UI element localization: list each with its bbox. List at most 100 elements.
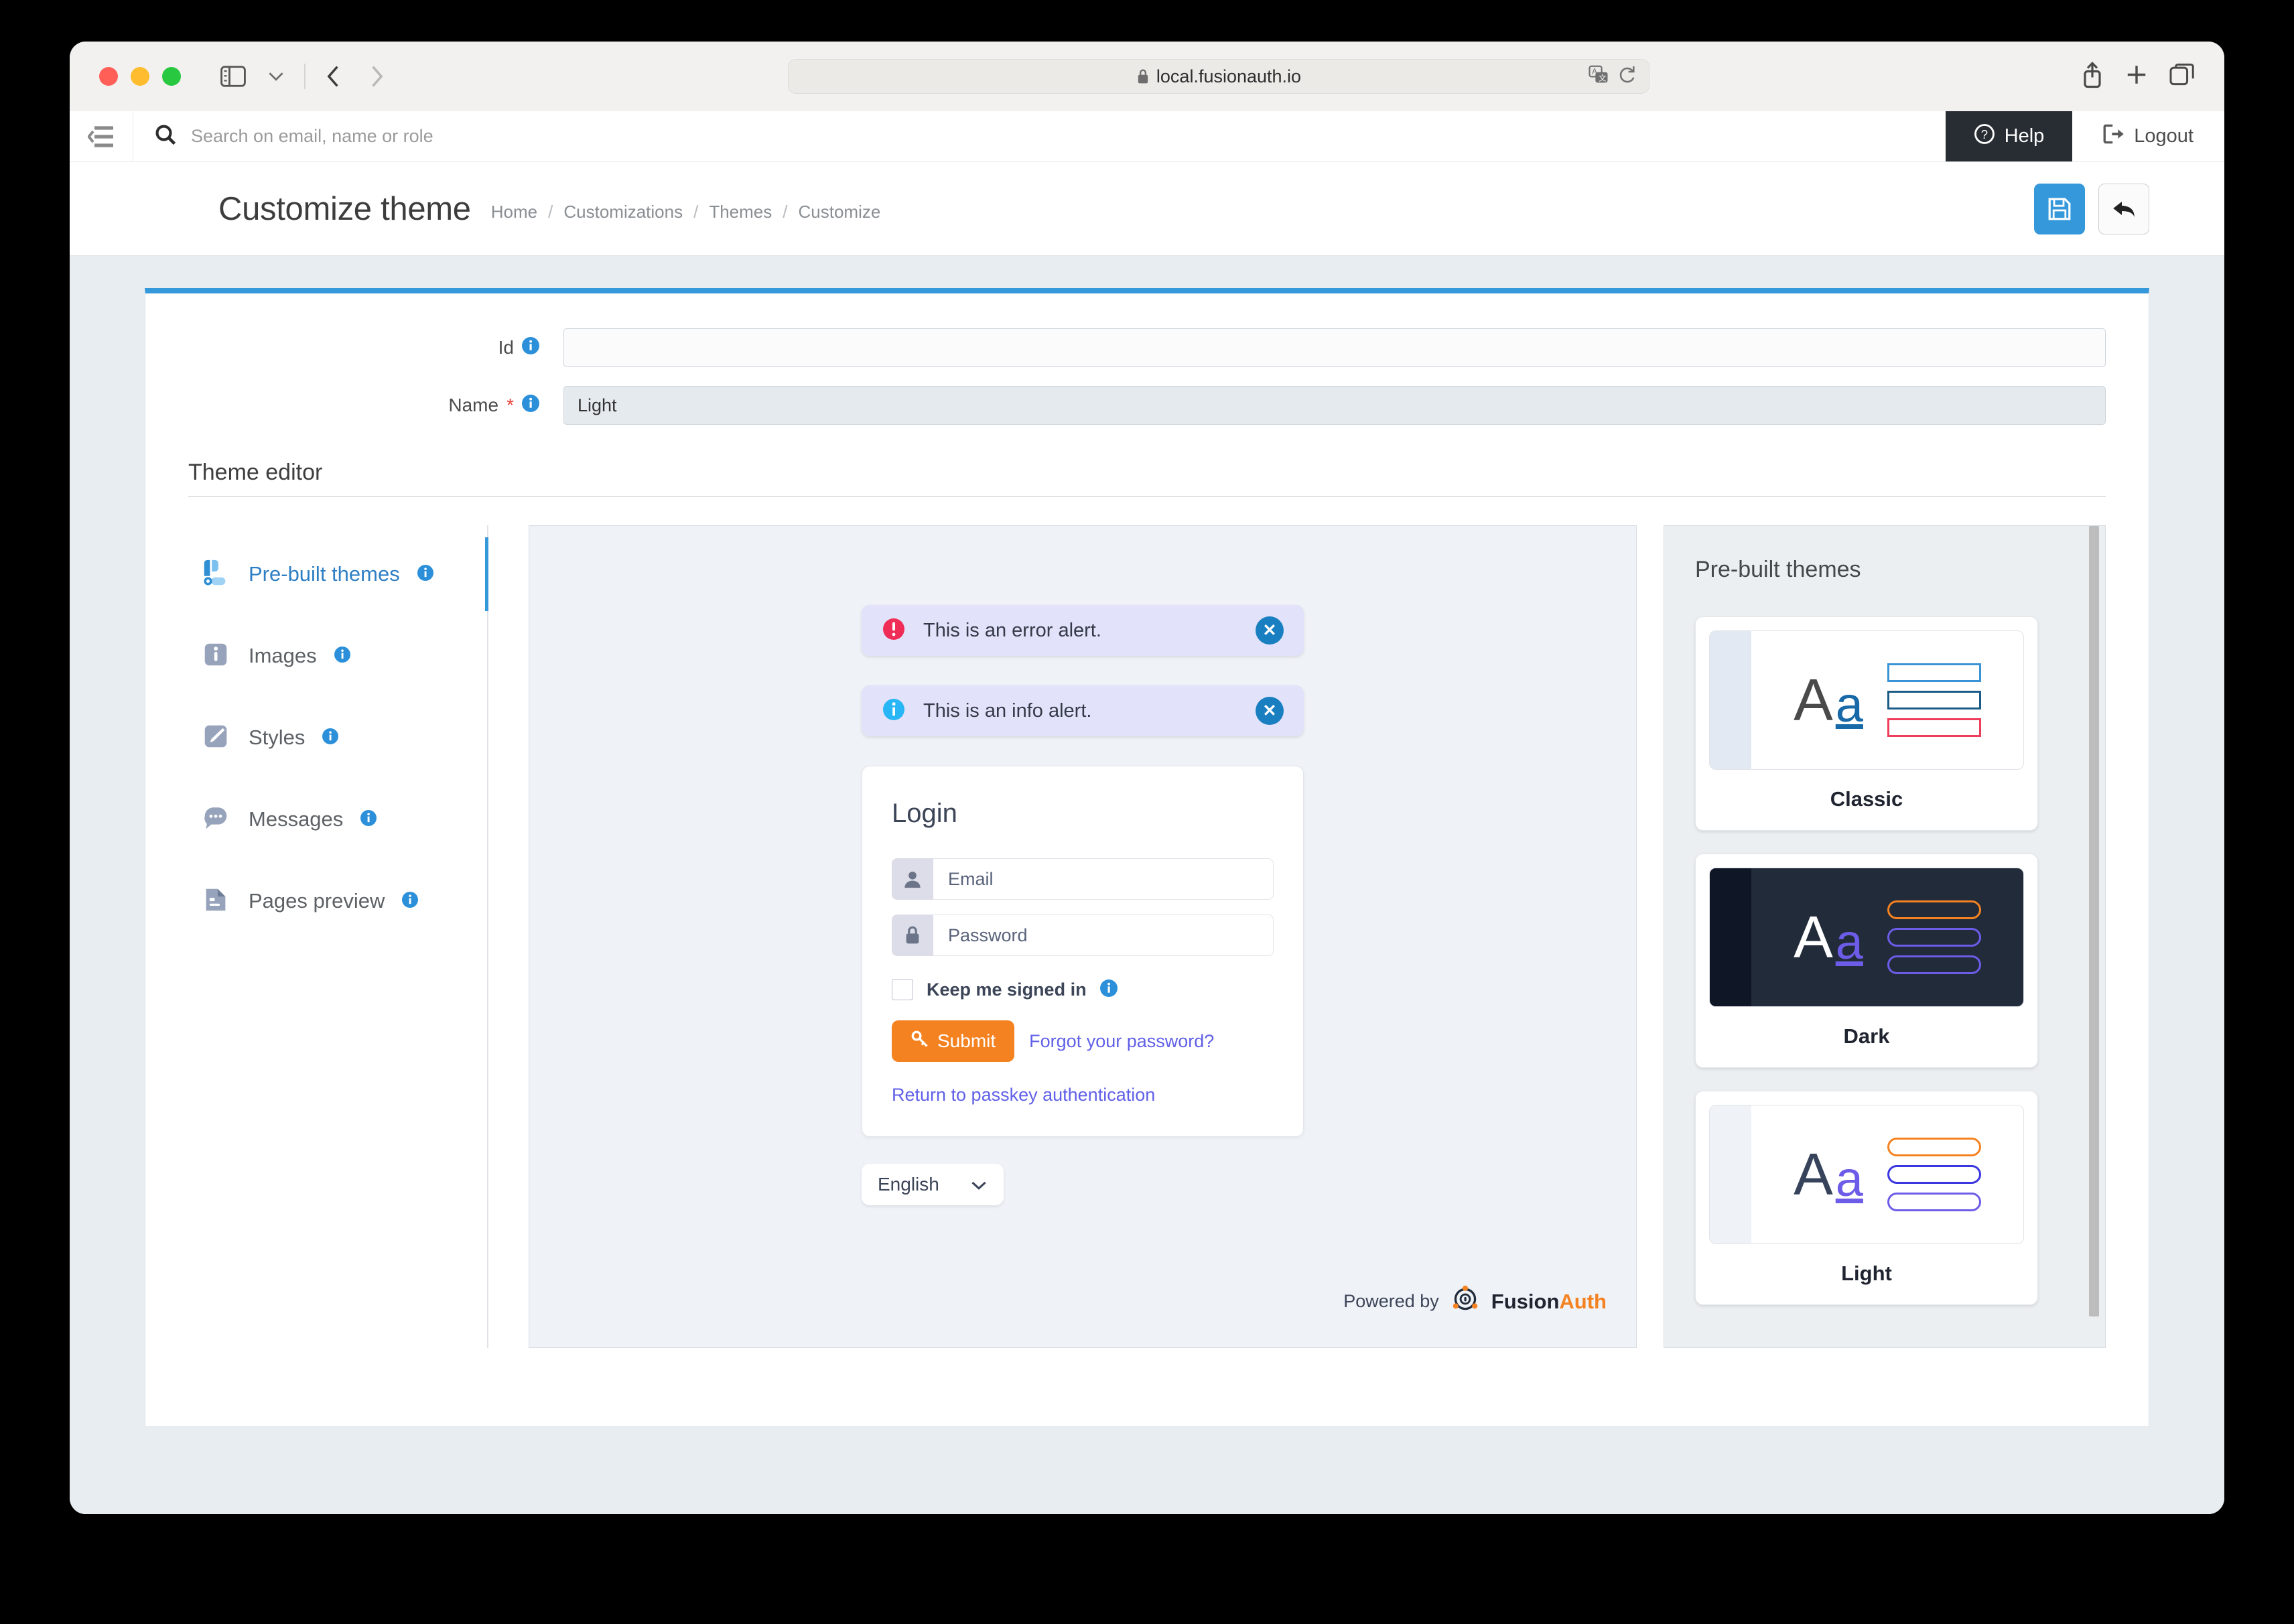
close-window-button[interactable] [99, 67, 118, 86]
key-icon [910, 1030, 929, 1053]
info-icon[interactable] [522, 336, 539, 359]
color-bar [1887, 718, 1981, 737]
info-alert-text: This is an info alert. [923, 699, 1092, 722]
scrollbar-thumb[interactable] [2089, 526, 2099, 1316]
sidebar-toggle-icon[interactable] [214, 58, 252, 95]
breadcrumb-item-customizations[interactable]: Customizations [563, 202, 683, 222]
info-icon[interactable] [360, 809, 377, 829]
sidebar-item-images[interactable]: Images [188, 615, 487, 697]
keep-signed-in-checkbox[interactable] [892, 979, 913, 1000]
powered-by-label: Powered by [1343, 1291, 1439, 1311]
color-bar [1887, 1138, 1981, 1156]
submit-row: Submit Forgot your password? [892, 1020, 1274, 1062]
breadcrumb-item-themes[interactable]: Themes [709, 202, 772, 222]
theme-card-light[interactable]: Aa Light [1695, 1091, 2038, 1305]
undo-arrow-icon[interactable] [2098, 183, 2149, 234]
thumb-content: Aa [1751, 1105, 2023, 1243]
address-bar-container: local.fusionauth.io A文 [788, 59, 1649, 94]
breadcrumb-item-home[interactable]: Home [491, 202, 537, 222]
new-tab-icon[interactable] [2125, 64, 2148, 90]
password-field[interactable] [933, 915, 1274, 956]
sidebar-item-messages[interactable]: Messages [188, 779, 487, 860]
images-icon [200, 639, 231, 673]
powered-by-footer: Powered by FusionAuth [1343, 1284, 1607, 1319]
info-alert: This is an info alert. ✕ [862, 685, 1304, 736]
info-icon[interactable] [417, 564, 433, 584]
back-chevron-icon[interactable] [315, 58, 352, 95]
id-input[interactable] [563, 328, 2106, 367]
typography-sample: Aa [1794, 908, 1863, 967]
forward-chevron-icon[interactable] [358, 58, 395, 95]
theme-form-panel: Id Name* Theme [145, 288, 2149, 1427]
error-alert: This is an error alert. ✕ [862, 605, 1304, 656]
theme-preview: This is an error alert. ✕ This is an inf… [529, 525, 1637, 1348]
color-bar [1887, 928, 1981, 947]
language-select-value: English [878, 1174, 939, 1195]
logout-button[interactable]: Logout [2072, 111, 2224, 161]
theme-editor: Pre-built themes Images Styles Messages … [188, 525, 2106, 1348]
close-circle-icon[interactable]: ✕ [1256, 697, 1284, 725]
prebuilt-themes-icon [200, 557, 231, 592]
typography-sample: Aa [1794, 1145, 1863, 1204]
theme-card-label: Dark [1843, 1024, 1890, 1048]
address-bar[interactable]: local.fusionauth.io A文 [788, 59, 1649, 94]
breadcrumb: Home / Customizations / Themes / Customi… [491, 202, 881, 222]
breadcrumb-separator: / [693, 202, 699, 222]
thumb-content: Aa [1751, 631, 2023, 769]
search-input[interactable] [191, 126, 593, 147]
info-icon[interactable] [334, 646, 350, 666]
reload-icon[interactable] [1618, 65, 1637, 88]
page-title: Customize theme [218, 190, 471, 227]
language-select[interactable]: English [862, 1164, 1004, 1205]
theme-card-classic[interactable]: Aa Classic [1695, 616, 2038, 831]
sidebar-item-prebuilt-themes[interactable]: Pre-built themes [188, 533, 488, 615]
theme-thumbnail: Aa [1709, 868, 2024, 1007]
themes-panel-scrollbar[interactable] [2086, 526, 2100, 1347]
theme-thumbnail: Aa [1709, 1105, 2024, 1244]
login-card: Login Email Keep me signed in Submit For… [862, 766, 1304, 1137]
passkey-authentication-link[interactable]: Return to passkey authentication [892, 1085, 1274, 1105]
share-icon[interactable] [2081, 62, 2104, 92]
minimize-window-button[interactable] [131, 67, 149, 86]
color-bar [1887, 663, 1981, 682]
tab-overview-icon[interactable] [2169, 63, 2195, 90]
submit-button[interactable]: Submit [892, 1020, 1015, 1062]
help-button[interactable]: ? Help [1945, 111, 2073, 161]
color-bar [1887, 900, 1981, 919]
sidebar-options-chevron-icon[interactable] [257, 58, 295, 95]
save-button[interactable] [2034, 183, 2085, 234]
thumb-content: Aa [1751, 868, 2023, 1006]
user-icon [892, 858, 933, 900]
breadcrumb-item-customize[interactable]: Customize [798, 202, 880, 222]
search-icon [155, 124, 176, 149]
email-field[interactable] [933, 858, 1274, 900]
info-circle-icon [882, 697, 906, 725]
info-icon[interactable] [402, 891, 419, 911]
info-icon[interactable] [1099, 979, 1118, 1000]
breadcrumb-separator: / [548, 202, 553, 222]
id-field-row: Id [188, 328, 2106, 367]
sidebar-item-label: Messages [249, 807, 344, 831]
required-marker: * [507, 395, 514, 415]
name-input[interactable] [563, 386, 2106, 425]
browser-titlebar: local.fusionauth.io A文 [70, 42, 2224, 111]
close-circle-icon[interactable]: ✕ [1256, 616, 1284, 645]
search-bar[interactable] [133, 111, 1946, 161]
theme-editor-heading: Theme editor [188, 460, 2106, 497]
sidebar-item-styles[interactable]: Styles [188, 697, 487, 779]
theme-thumbnail: Aa [1709, 630, 2024, 770]
sidebar-item-pages-preview[interactable]: Pages preview [188, 860, 487, 942]
logout-label: Logout [2134, 125, 2194, 147]
translate-icon[interactable]: A文 [1589, 65, 1609, 88]
info-icon[interactable] [522, 394, 539, 417]
maximize-window-button[interactable] [162, 67, 181, 86]
fusionauth-app: ? Help Logout Customize theme Home / Cus… [70, 111, 2224, 1514]
theme-card-dark[interactable]: Aa Dark [1695, 854, 2038, 1068]
collapse-menu-icon[interactable] [70, 111, 133, 161]
sidebar-item-label: Pages preview [249, 889, 385, 912]
color-bars [1887, 663, 1981, 737]
info-icon[interactable] [322, 728, 339, 748]
theme-card-label: Light [1841, 1262, 1892, 1285]
forgot-password-link[interactable]: Forgot your password? [1029, 1031, 1214, 1052]
fusionauth-logo-icon [1450, 1284, 1481, 1319]
